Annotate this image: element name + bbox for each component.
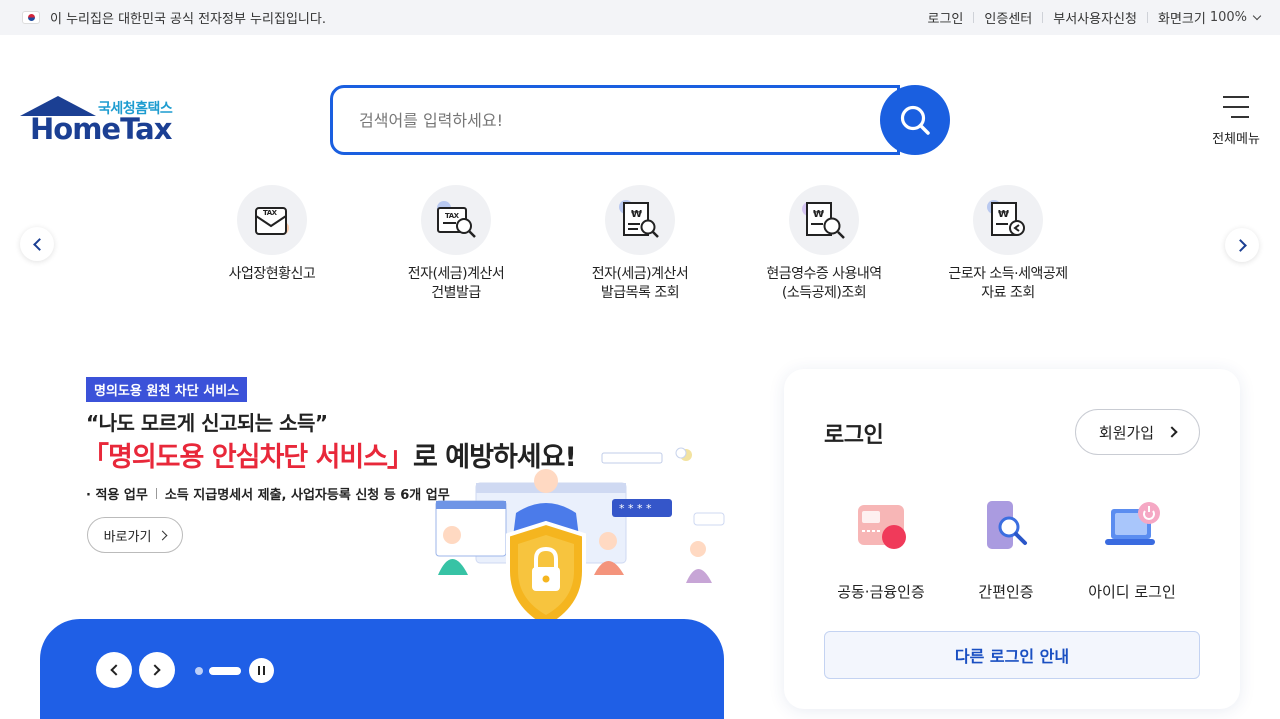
login-option-id[interactable]: 아이디 로그인 — [1072, 499, 1192, 602]
zoom-select[interactable]: 화면크기 100% — [1148, 8, 1262, 27]
hamburger-icon — [1223, 96, 1249, 118]
quick-item-label: 근로자 소득·세액공제 자료 조회 — [948, 266, 1068, 301]
chevron-down-icon — [1252, 11, 1262, 20]
quick-item-tax-invoice-list[interactable]: ₩ 전자(세금)계산서 발급목록 조회 — [570, 185, 710, 303]
top-login-link[interactable]: 로그인 — [918, 8, 974, 27]
all-menu-button[interactable]: 전체메뉴 — [1206, 96, 1266, 147]
svg-text:₩: ₩ — [631, 209, 642, 220]
banner-next-button[interactable] — [139, 652, 175, 688]
banner-goto-button[interactable]: 바로가기 — [87, 517, 183, 553]
korea-flag-icon — [22, 11, 40, 24]
chevron-right-icon — [1166, 426, 1178, 438]
chevron-right-icon — [157, 530, 168, 540]
chevron-left-icon — [110, 664, 122, 676]
quick-menu-next-button[interactable] — [1225, 228, 1259, 262]
banner-badge: 명의도용 원천 차단 서비스 — [86, 377, 248, 402]
banner-headline-highlight: 「명의도용 안심차단 서비스」 — [82, 442, 414, 473]
banner-prev-button[interactable] — [96, 652, 132, 688]
quick-icon-circle: ₩ — [605, 185, 675, 255]
top-dept-user-link[interactable]: 부서사용자신청 — [1043, 8, 1147, 27]
search-box — [330, 85, 900, 155]
signup-button[interactable]: 회원가입 — [1075, 409, 1200, 455]
quick-icon-circle: TAX — [237, 185, 307, 255]
zoom-label: 화면크기 — [1157, 12, 1206, 27]
receipt-magnify-icon: ₩ — [802, 202, 845, 239]
quick-icon-circle: ₩ — [973, 185, 1043, 255]
quick-icon-circle: ₩ — [789, 185, 859, 255]
banner-pause-button[interactable] — [249, 658, 274, 683]
chevron-right-icon — [149, 664, 161, 676]
pause-icon — [263, 666, 265, 675]
banner-sub-label: · 적용 업무 — [86, 488, 148, 503]
quick-item-cash-receipt[interactable]: ₩ 현금영수증 사용내역 (소득공제)조회 — [754, 185, 894, 303]
quick-item-label: 사업장현황신고 — [228, 266, 316, 282]
hometax-logo[interactable]: 국세청홈택스 HomeTax — [20, 96, 180, 146]
zoom-value: 100% — [1209, 10, 1247, 25]
svg-text:₩: ₩ — [998, 209, 1009, 220]
security-shield-illustration: * * * * — [435, 447, 725, 631]
quick-item-tax-invoice-issue[interactable]: TAX 전자(세금)계산서 건별발급 — [386, 185, 526, 303]
receipt-search-icon: ₩ — [619, 200, 659, 238]
login-title: 로그인 — [824, 423, 884, 448]
login-option-label: 공동·금융인증 — [837, 583, 925, 601]
other-login-guide-button[interactable]: 다른 로그인 안내 — [824, 631, 1200, 679]
gov-notice: 이 누리집은 대한민국 공식 전자정부 누리집입니다. — [22, 8, 326, 27]
top-links: 로그인 인증센터 부서사용자신청 화면크기 100% — [918, 8, 1262, 27]
search-input[interactable] — [359, 110, 859, 130]
banner-quote: “나도 모르게 신고되는 소득” — [86, 411, 328, 435]
login-option-simple-auth[interactable]: 간편인증 — [946, 499, 1066, 602]
gov-notice-text: 이 누리집은 대한민국 공식 전자정부 누리집입니다. — [50, 12, 326, 27]
quick-item-label: 전자(세금)계산서 발급목록 조회 — [591, 266, 689, 301]
signup-label: 회원가입 — [1098, 423, 1155, 442]
tax-invoice-search-icon: TAX — [437, 201, 476, 238]
quick-item-worker-deduction[interactable]: ₩ 근로자 소득·세액공제 자료 조회 — [938, 185, 1078, 303]
certificate-card-icon — [858, 505, 906, 549]
svg-text:TAX: TAX — [445, 212, 460, 220]
quick-item-label: 전자(세금)계산서 건별발급 — [407, 266, 505, 301]
login-panel: 로그인 회원가입 공동·금융인증 간편인증 아이디 로그인 다른 로그인 안내 — [784, 369, 1240, 709]
pause-icon — [258, 666, 260, 675]
svg-text:* * * *: * * * * — [619, 502, 652, 515]
laptop-power-icon — [1105, 502, 1160, 545]
phone-magnify-icon — [987, 501, 1027, 549]
quick-item-business-report[interactable]: TAX 사업장현황신고 — [202, 185, 342, 284]
svg-text:TAX: TAX — [263, 209, 278, 217]
tax-envelope-icon: TAX — [255, 207, 289, 235]
chevron-right-icon — [1233, 238, 1247, 252]
logo-english-text: HomeTax — [30, 112, 172, 146]
receipt-arrow-icon: ₩ — [987, 200, 1025, 236]
quick-icon-circle: TAX — [421, 185, 491, 255]
quick-item-label: 현금영수증 사용내역 (소득공제)조회 — [766, 266, 882, 301]
all-menu-label: 전체메뉴 — [1212, 132, 1260, 147]
chevron-left-icon — [32, 237, 46, 251]
gov-topbar: 이 누리집은 대한민국 공식 전자정부 누리집입니다. 로그인 인증센터 부서사… — [0, 0, 1280, 35]
quick-menu-prev-button[interactable] — [20, 227, 54, 261]
banner-indicator-active[interactable] — [209, 667, 241, 675]
search-icon — [900, 105, 930, 135]
search-button[interactable] — [880, 85, 950, 155]
svg-text:₩: ₩ — [813, 209, 824, 220]
top-cert-center-link[interactable]: 인증센터 — [974, 8, 1042, 27]
divider — [155, 488, 157, 499]
login-option-label: 아이디 로그인 — [1088, 583, 1176, 601]
login-option-certificate[interactable]: 공동·금융인증 — [821, 499, 941, 602]
login-option-label: 간편인증 — [978, 583, 1034, 601]
banner-goto-label: 바로가기 — [103, 529, 152, 545]
banner-indicator-dot[interactable] — [195, 667, 203, 675]
